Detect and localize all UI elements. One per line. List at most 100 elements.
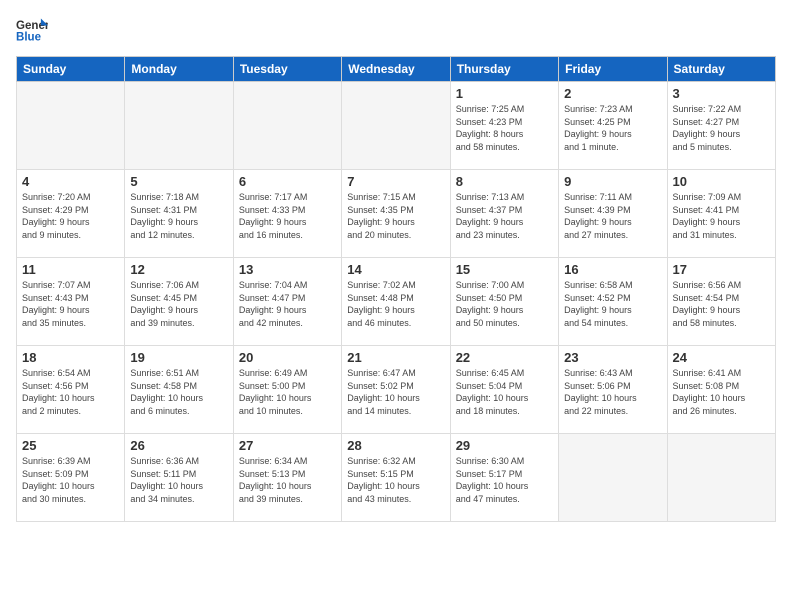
weekday-header-friday: Friday: [559, 57, 667, 82]
day-number: 12: [130, 262, 227, 277]
calendar-cell: [342, 82, 450, 170]
calendar-cell: 6 Sunrise: 7:17 AM Sunset: 4:33 PM Daylig…: [233, 170, 341, 258]
day-info: Sunrise: 6:34 AM Sunset: 5:13 PM Dayligh…: [239, 455, 336, 505]
calendar-cell: 5 Sunrise: 7:18 AM Sunset: 4:31 PM Daylig…: [125, 170, 233, 258]
day-number: 20: [239, 350, 336, 365]
calendar-cell: 7 Sunrise: 7:15 AM Sunset: 4:35 PM Daylig…: [342, 170, 450, 258]
day-info: Sunrise: 6:45 AM Sunset: 5:04 PM Dayligh…: [456, 367, 553, 417]
calendar-cell: 2 Sunrise: 7:23 AM Sunset: 4:25 PM Daylig…: [559, 82, 667, 170]
day-info: Sunrise: 7:23 AM Sunset: 4:25 PM Dayligh…: [564, 103, 661, 153]
day-info: Sunrise: 6:56 AM Sunset: 4:54 PM Dayligh…: [673, 279, 770, 329]
calendar-cell: 26 Sunrise: 6:36 AM Sunset: 5:11 PM Dayli…: [125, 434, 233, 522]
calendar-cell: 24 Sunrise: 6:41 AM Sunset: 5:08 PM Dayli…: [667, 346, 775, 434]
calendar-cell: [667, 434, 775, 522]
day-info: Sunrise: 7:06 AM Sunset: 4:45 PM Dayligh…: [130, 279, 227, 329]
day-number: 1: [456, 86, 553, 101]
calendar-cell: 15 Sunrise: 7:00 AM Sunset: 4:50 PM Dayli…: [450, 258, 558, 346]
day-number: 5: [130, 174, 227, 189]
day-info: Sunrise: 7:13 AM Sunset: 4:37 PM Dayligh…: [456, 191, 553, 241]
day-info: Sunrise: 7:09 AM Sunset: 4:41 PM Dayligh…: [673, 191, 770, 241]
day-number: 24: [673, 350, 770, 365]
calendar-cell: [125, 82, 233, 170]
day-info: Sunrise: 7:02 AM Sunset: 4:48 PM Dayligh…: [347, 279, 444, 329]
calendar-cell: 25 Sunrise: 6:39 AM Sunset: 5:09 PM Dayli…: [17, 434, 125, 522]
calendar-cell: 12 Sunrise: 7:06 AM Sunset: 4:45 PM Dayli…: [125, 258, 233, 346]
calendar-cell: 10 Sunrise: 7:09 AM Sunset: 4:41 PM Dayli…: [667, 170, 775, 258]
calendar-cell: 18 Sunrise: 6:54 AM Sunset: 4:56 PM Dayli…: [17, 346, 125, 434]
day-info: Sunrise: 7:25 AM Sunset: 4:23 PM Dayligh…: [456, 103, 553, 153]
calendar-table: SundayMondayTuesdayWednesdayThursdayFrid…: [16, 56, 776, 522]
day-info: Sunrise: 6:49 AM Sunset: 5:00 PM Dayligh…: [239, 367, 336, 417]
calendar-cell: 16 Sunrise: 6:58 AM Sunset: 4:52 PM Dayli…: [559, 258, 667, 346]
weekday-header-sunday: Sunday: [17, 57, 125, 82]
day-info: Sunrise: 7:00 AM Sunset: 4:50 PM Dayligh…: [456, 279, 553, 329]
calendar-cell: 3 Sunrise: 7:22 AM Sunset: 4:27 PM Daylig…: [667, 82, 775, 170]
day-number: 6: [239, 174, 336, 189]
day-info: Sunrise: 7:15 AM Sunset: 4:35 PM Dayligh…: [347, 191, 444, 241]
day-info: Sunrise: 7:17 AM Sunset: 4:33 PM Dayligh…: [239, 191, 336, 241]
weekday-header-saturday: Saturday: [667, 57, 775, 82]
calendar-cell: 1 Sunrise: 7:25 AM Sunset: 4:23 PM Daylig…: [450, 82, 558, 170]
day-number: 16: [564, 262, 661, 277]
day-number: 8: [456, 174, 553, 189]
day-info: Sunrise: 6:39 AM Sunset: 5:09 PM Dayligh…: [22, 455, 119, 505]
calendar-cell: 4 Sunrise: 7:20 AM Sunset: 4:29 PM Daylig…: [17, 170, 125, 258]
calendar-cell: 21Sunrise: 6:47 AM Sunset: 5:02 PM Dayli…: [342, 346, 450, 434]
weekday-header-tuesday: Tuesday: [233, 57, 341, 82]
day-number: 21: [347, 350, 444, 365]
calendar-cell: [233, 82, 341, 170]
logo: General Blue: [16, 16, 48, 44]
day-number: 9: [564, 174, 661, 189]
day-number: 10: [673, 174, 770, 189]
day-number: 13: [239, 262, 336, 277]
weekday-header-monday: Monday: [125, 57, 233, 82]
calendar-cell: 8 Sunrise: 7:13 AM Sunset: 4:37 PM Daylig…: [450, 170, 558, 258]
day-number: 18: [22, 350, 119, 365]
day-info: Sunrise: 7:22 AM Sunset: 4:27 PM Dayligh…: [673, 103, 770, 153]
day-number: 22: [456, 350, 553, 365]
calendar-cell: 20 Sunrise: 6:49 AM Sunset: 5:00 PM Dayli…: [233, 346, 341, 434]
day-info: Sunrise: 6:32 AM Sunset: 5:15 PM Dayligh…: [347, 455, 444, 505]
day-info: Sunrise: 6:54 AM Sunset: 4:56 PM Dayligh…: [22, 367, 119, 417]
logo-icon: General Blue: [16, 16, 48, 44]
calendar-cell: 19 Sunrise: 6:51 AM Sunset: 4:58 PM Dayli…: [125, 346, 233, 434]
calendar-cell: 11 Sunrise: 7:07 AM Sunset: 4:43 PM Dayli…: [17, 258, 125, 346]
day-number: 7: [347, 174, 444, 189]
day-number: 17: [673, 262, 770, 277]
day-number: 15: [456, 262, 553, 277]
calendar-cell: [559, 434, 667, 522]
calendar-cell: 27 Sunrise: 6:34 AM Sunset: 5:13 PM Dayli…: [233, 434, 341, 522]
calendar-cell: 22 Sunrise: 6:45 AM Sunset: 5:04 PM Dayli…: [450, 346, 558, 434]
day-number: 3: [673, 86, 770, 101]
day-number: 23: [564, 350, 661, 365]
day-number: 29: [456, 438, 553, 453]
day-info: Sunrise: 7:18 AM Sunset: 4:31 PM Dayligh…: [130, 191, 227, 241]
calendar-cell: 17 Sunrise: 6:56 AM Sunset: 4:54 PM Dayli…: [667, 258, 775, 346]
day-number: 19: [130, 350, 227, 365]
day-info: Sunrise: 6:58 AM Sunset: 4:52 PM Dayligh…: [564, 279, 661, 329]
day-number: 26: [130, 438, 227, 453]
day-number: 11: [22, 262, 119, 277]
day-info: Sunrise: 7:07 AM Sunset: 4:43 PM Dayligh…: [22, 279, 119, 329]
day-info: Sunrise: 7:20 AM Sunset: 4:29 PM Dayligh…: [22, 191, 119, 241]
weekday-header-thursday: Thursday: [450, 57, 558, 82]
day-info: Sunrise: 7:04 AM Sunset: 4:47 PM Dayligh…: [239, 279, 336, 329]
day-number: 25: [22, 438, 119, 453]
calendar-cell: 14Sunrise: 7:02 AM Sunset: 4:48 PM Dayli…: [342, 258, 450, 346]
day-number: 27: [239, 438, 336, 453]
calendar-cell: [17, 82, 125, 170]
day-info: Sunrise: 6:30 AM Sunset: 5:17 PM Dayligh…: [456, 455, 553, 505]
day-info: Sunrise: 6:41 AM Sunset: 5:08 PM Dayligh…: [673, 367, 770, 417]
day-info: Sunrise: 6:43 AM Sunset: 5:06 PM Dayligh…: [564, 367, 661, 417]
page-header: General Blue: [16, 16, 776, 44]
day-info: Sunrise: 6:51 AM Sunset: 4:58 PM Dayligh…: [130, 367, 227, 417]
calendar-cell: 28 Sunrise: 6:32 AM Sunset: 5:15 PM Dayli…: [342, 434, 450, 522]
day-info: Sunrise: 6:36 AM Sunset: 5:11 PM Dayligh…: [130, 455, 227, 505]
day-info: Sunrise: 7:11 AM Sunset: 4:39 PM Dayligh…: [564, 191, 661, 241]
day-number: 4: [22, 174, 119, 189]
day-number: 2: [564, 86, 661, 101]
calendar-cell: 29 Sunrise: 6:30 AM Sunset: 5:17 PM Dayli…: [450, 434, 558, 522]
day-number: 28: [347, 438, 444, 453]
calendar-cell: 9 Sunrise: 7:11 AM Sunset: 4:39 PM Daylig…: [559, 170, 667, 258]
calendar-cell: 13 Sunrise: 7:04 AM Sunset: 4:47 PM Dayli…: [233, 258, 341, 346]
